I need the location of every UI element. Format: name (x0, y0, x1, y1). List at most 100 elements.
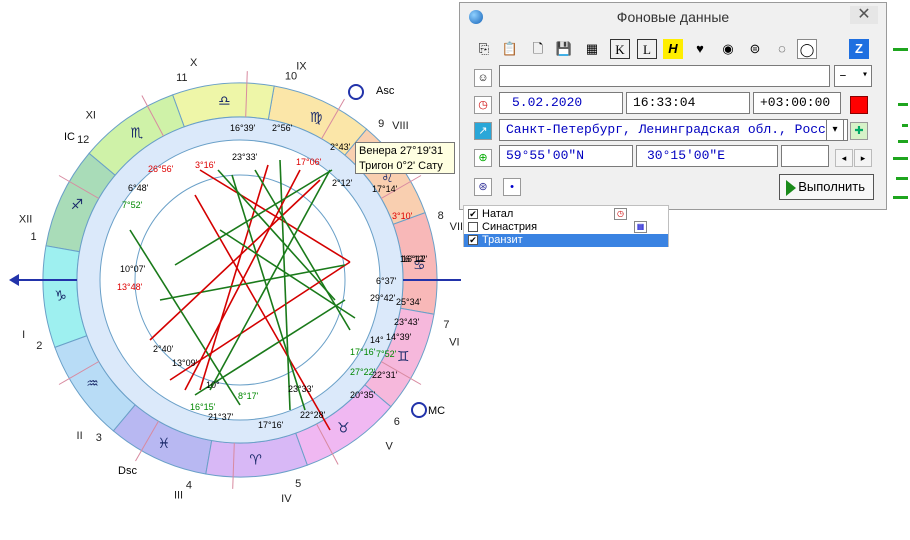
zodiac-sign-glyph: ♊ (397, 349, 410, 365)
new-doc-icon[interactable]: 🗋 (528, 39, 548, 59)
planet-degree-label: 16°15' (190, 402, 216, 412)
longitude-field[interactable]: 30°15'00"E (636, 145, 778, 167)
sigma-icon[interactable]: ⊜ (745, 39, 765, 59)
house-number-label: 4 (186, 480, 192, 492)
execute-button[interactable]: Выполнить (779, 174, 874, 200)
zodiac-sign-glyph: ♒ (86, 376, 99, 392)
coordinates-icon[interactable]: ⊕ (474, 149, 492, 167)
planet-degree-label: 13°09' (172, 358, 198, 368)
wheel-icon[interactable]: ⊛ (474, 178, 492, 196)
indicator-mark (902, 124, 908, 127)
save-icon[interactable]: 💾 (554, 39, 574, 59)
play-icon (786, 180, 796, 196)
planet-degree-label: 22°31' (372, 370, 398, 380)
list-item-label: Транзит (482, 234, 523, 246)
house-number-label: 6 (394, 416, 400, 428)
background-data-window: Фоновые данные ✕ ⎘ 📋 🗋 💾 ▦ K L H ♥ ◉ ⊜ ◌ ◯ Z ☺ – ▾ ◷ … (459, 2, 887, 210)
place-dropdown-button[interactable]: ▾ (826, 119, 844, 141)
dot-circle-icon[interactable]: ◌ (772, 39, 792, 59)
name-combo[interactable]: – ▾ (834, 65, 872, 87)
execute-label: Выполнить (798, 179, 865, 194)
zodiac-sign-glyph: ♍ (310, 110, 323, 126)
planet-degree-label: 17°16' (258, 420, 284, 430)
scroll-right-button[interactable]: ▸ (854, 149, 872, 167)
planet-degree-label: 10° (206, 380, 220, 390)
dot-icon[interactable]: • (503, 178, 521, 196)
l-icon[interactable]: L (637, 39, 657, 59)
color-swatch[interactable] (850, 96, 868, 114)
planet-degree-label: 16°39' (230, 123, 256, 133)
planet-degree-label: 3°16' (195, 160, 216, 170)
list-item-natal[interactable]: ✔ Натал ◷ (464, 208, 668, 221)
list-item-transit[interactable]: ✔ Транзит (464, 234, 668, 247)
circle-eye-icon[interactable]: ◉ (718, 39, 738, 59)
list-item-synastry[interactable]: Синастрия ▦ (464, 221, 668, 234)
planet-degree-label: 25°34' (396, 297, 422, 307)
extra-field[interactable] (781, 145, 829, 167)
planet-degree-label: 26°56' (148, 164, 174, 174)
map-icon[interactable]: ↗ (474, 122, 492, 140)
planet-degree-label: 17°16' (350, 347, 376, 357)
synastry-checkbox[interactable] (468, 222, 478, 232)
name-field[interactable] (499, 65, 830, 87)
zodiac-sign-glyph: ♎ (218, 94, 231, 110)
k-icon[interactable]: K (610, 39, 630, 59)
planet-degree-label: 23°33' (288, 384, 314, 394)
timezone-field[interactable]: +03:00:00 (753, 92, 841, 114)
scroll-left-button[interactable]: ◂ (835, 149, 853, 167)
planet-degree-label: 17°14' (372, 184, 398, 194)
planet-degree-label: 23°43' (394, 317, 420, 327)
ring-icon[interactable]: ◯ (797, 39, 817, 59)
date-field[interactable]: 5.02.2020 (499, 92, 623, 114)
h-icon[interactable]: H (663, 39, 683, 59)
clock-icon: ◷ (614, 208, 627, 220)
z-icon[interactable]: Z (849, 39, 869, 59)
copy-icon[interactable]: ⎘ (474, 39, 494, 59)
heart-icon[interactable]: ♥ (690, 39, 710, 59)
place-field[interactable]: Санкт-Петербург, Ленинградская обл., Рос… (499, 119, 848, 141)
globe-icon[interactable]: ✚ (850, 122, 868, 140)
planet-degree-label: 29°42' (370, 293, 396, 303)
house-number-label: 9 (378, 118, 384, 130)
planet-degree-label: 7°52' (376, 349, 397, 359)
planet-degree-label: 23°33' (232, 152, 258, 162)
latitude-field[interactable]: 59°55'00"N (499, 145, 633, 167)
natal-checkbox[interactable]: ✔ (468, 209, 478, 219)
house-roman-label: VI (449, 336, 459, 348)
mc-marker (411, 402, 427, 418)
zodiac-sign-glyph: ♉ (337, 420, 350, 436)
house-roman-label: XII (19, 214, 32, 226)
planet-degree-label: 17°06' (296, 157, 322, 167)
zodiac-sign-glyph: ♓ (158, 436, 171, 452)
planet-degree-label: 2°56' (272, 123, 293, 133)
clock-icon[interactable]: ◷ (474, 96, 492, 114)
planet-degree-label: 13°48' (117, 282, 143, 292)
indicator-mark (893, 157, 908, 160)
zodiac-sign-glyph: ♐ (71, 197, 84, 213)
planet-degree-label: 3°10' (392, 211, 413, 221)
asc-marker (348, 84, 364, 100)
house-number-label: 11 (176, 72, 187, 84)
chevron-down-icon: ▾ (861, 70, 868, 81)
planet-degree-label: 22°28' (300, 410, 326, 420)
house-roman-label: V (386, 441, 394, 453)
house-number-label: 8 (438, 210, 444, 222)
paste-icon[interactable]: 📋 (500, 39, 520, 59)
tooltip-line-2: Тригон 0°2' Сату (359, 160, 443, 172)
asc-arrow (9, 274, 19, 286)
calendar-icon: ▦ (634, 221, 647, 233)
house-roman-label: VIII (392, 120, 409, 132)
time-field[interactable]: 16:33:04 (626, 92, 750, 114)
indicator-mark (893, 196, 908, 199)
window-titlebar[interactable]: Фоновые данные ✕ (460, 3, 886, 31)
calendar-icon[interactable]: ▦ (582, 39, 602, 59)
house-number-label: 2 (36, 340, 42, 352)
transit-checkbox[interactable]: ✔ (468, 235, 478, 245)
asc-label: Asc (376, 85, 395, 97)
person-icon[interactable]: ☺ (474, 69, 492, 87)
close-button[interactable]: ✕ (850, 6, 878, 24)
planet-degree-label: 6°48' (128, 183, 149, 193)
planet-degree-label: 10°07' (120, 264, 146, 274)
planet-degree-label: 21°37' (208, 412, 234, 422)
planet-degree-label: 14° (370, 335, 384, 345)
